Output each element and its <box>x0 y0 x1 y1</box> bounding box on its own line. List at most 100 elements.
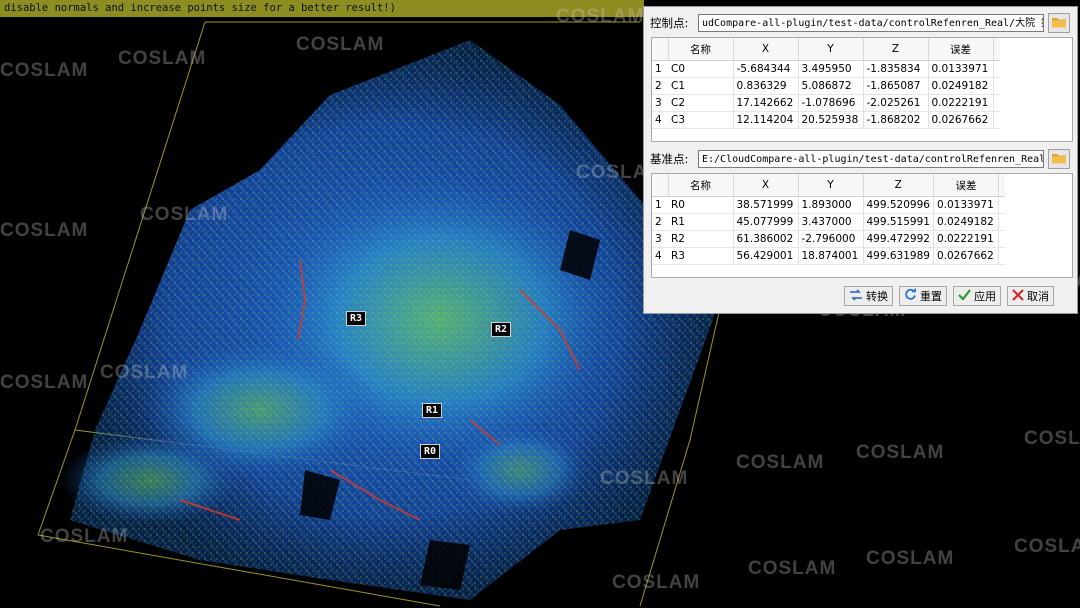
row-number: 2 <box>652 213 668 231</box>
cell-name[interactable]: C2 <box>668 94 734 112</box>
table-row[interactable]: 2 R1 45.077999 3.437000 499.515991 0.024… <box>652 213 1005 231</box>
cell-name[interactable]: R0 <box>668 196 734 214</box>
column-header[interactable]: X <box>733 174 799 197</box>
filler-cell <box>998 247 1005 265</box>
cell-x[interactable]: 12.114204 <box>733 111 799 129</box>
column-header[interactable]: 误差 <box>933 174 999 197</box>
cell-y[interactable]: 3.495950 <box>798 60 864 78</box>
cell-name[interactable]: R2 <box>668 230 734 248</box>
filler-cell <box>993 60 1000 78</box>
filler-header <box>998 174 1005 197</box>
convert-button[interactable]: 转换 <box>844 286 893 306</box>
cell-error[interactable]: 0.0133971 <box>928 60 994 78</box>
table-row[interactable]: 2 C1 0.836329 5.086872 -1.865087 0.02491… <box>652 77 1000 95</box>
control-browse-button[interactable] <box>1048 13 1070 33</box>
column-header[interactable]: Y <box>798 174 864 197</box>
cell-y[interactable]: 3.437000 <box>798 213 864 231</box>
cell-name[interactable]: C3 <box>668 111 734 129</box>
base-browse-button[interactable] <box>1048 149 1070 169</box>
cell-error[interactable]: 0.0249182 <box>928 77 994 95</box>
cell-x[interactable]: 17.142662 <box>733 94 799 112</box>
reset-button-label: 重置 <box>920 290 942 303</box>
column-header[interactable]: 名称 <box>668 38 734 61</box>
cell-z[interactable]: -1.865087 <box>863 77 929 95</box>
row-number: 1 <box>652 196 668 214</box>
cell-error[interactable]: 0.0133971 <box>933 196 999 214</box>
cell-y[interactable]: 5.086872 <box>798 77 864 95</box>
marker-r1[interactable]: R1 <box>422 403 443 418</box>
apply-button-label: 应用 <box>974 290 996 303</box>
marker-r0[interactable]: R0 <box>420 444 441 459</box>
row-number: 1 <box>652 60 668 78</box>
table-row[interactable]: 4 R3 56.429001 18.874001 499.631989 0.02… <box>652 247 1005 265</box>
cell-z[interactable]: -1.835834 <box>863 60 929 78</box>
filler-cell <box>998 213 1005 231</box>
cell-y[interactable]: -2.796000 <box>798 230 864 248</box>
swap-icon <box>849 288 866 304</box>
base-points-table: 名称 X Y Z 误差 1 R0 38.571999 1.893000 499.… <box>651 173 1073 278</box>
cell-z[interactable]: -2.025261 <box>863 94 929 112</box>
folder-icon <box>1051 16 1067 31</box>
row-number: 3 <box>652 94 668 112</box>
reset-button[interactable]: 重置 <box>899 286 947 306</box>
cell-error[interactable]: 0.0267662 <box>928 111 994 129</box>
cell-name[interactable]: C0 <box>668 60 734 78</box>
column-header[interactable]: 名称 <box>668 174 734 197</box>
cell-z[interactable]: 499.472992 <box>863 230 934 248</box>
column-header[interactable]: 误差 <box>928 38 994 61</box>
control-file-path-field[interactable]: udCompare-all-plugin/test-data/controlRe… <box>698 14 1044 32</box>
table-row[interactable]: 3 C2 17.142662 -1.078696 -2.025261 0.022… <box>652 94 1000 112</box>
cell-y[interactable]: 20.525938 <box>798 111 864 129</box>
convert-button-label: 转换 <box>866 290 888 303</box>
table-row[interactable]: 1 R0 38.571999 1.893000 499.520996 0.013… <box>652 196 1005 214</box>
column-header[interactable]: X <box>733 38 799 61</box>
registration-dialog: 控制点: udCompare-all-plugin/test-data/cont… <box>643 6 1078 314</box>
table-empty-area <box>652 129 1072 141</box>
cell-error[interactable]: 0.0249182 <box>933 213 999 231</box>
filler-cell <box>998 230 1005 248</box>
column-header[interactable]: Z <box>863 174 934 197</box>
cell-x[interactable]: 0.836329 <box>733 77 799 95</box>
table-row[interactable]: 4 C3 12.114204 20.525938 -1.868202 0.026… <box>652 111 1000 129</box>
base-points-label: 基准点: <box>650 152 689 166</box>
column-header[interactable]: Y <box>798 38 864 61</box>
cell-x[interactable]: 45.077999 <box>733 213 799 231</box>
cancel-button-label: 取消 <box>1027 290 1049 303</box>
cell-error[interactable]: 0.0267662 <box>933 247 999 265</box>
filler-cell <box>993 77 1000 95</box>
row-number-header <box>652 174 669 197</box>
control-points-label: 控制点: <box>650 16 689 30</box>
cell-z[interactable]: 499.520996 <box>863 196 934 214</box>
cell-name[interactable]: R1 <box>668 213 734 231</box>
marker-r3[interactable]: R3 <box>346 311 367 326</box>
cell-x[interactable]: 61.386002 <box>733 230 799 248</box>
cell-name[interactable]: C1 <box>668 77 734 95</box>
cell-z[interactable]: 499.515991 <box>863 213 934 231</box>
table-row[interactable]: 3 R2 61.386002 -2.796000 499.472992 0.02… <box>652 230 1005 248</box>
row-number-header <box>652 38 669 61</box>
apply-button[interactable]: 应用 <box>953 286 1001 306</box>
row-number: 3 <box>652 230 668 248</box>
cell-x[interactable]: -5.684344 <box>733 60 799 78</box>
cell-y[interactable]: 18.874001 <box>798 247 864 265</box>
marker-r2[interactable]: R2 <box>491 322 512 337</box>
column-header[interactable]: Z <box>863 38 929 61</box>
table-row[interactable]: 1 C0 -5.684344 3.495950 -1.835834 0.0133… <box>652 60 1000 78</box>
cell-y[interactable]: 1.893000 <box>798 196 864 214</box>
row-number: 2 <box>652 77 668 95</box>
cell-z[interactable]: 499.631989 <box>863 247 934 265</box>
cell-z[interactable]: -1.868202 <box>863 111 929 129</box>
point-cloud <box>60 40 720 600</box>
cell-y[interactable]: -1.078696 <box>798 94 864 112</box>
folder-icon <box>1051 152 1067 167</box>
cancel-button[interactable]: 取消 <box>1007 286 1054 306</box>
cell-x[interactable]: 38.571999 <box>733 196 799 214</box>
control-path-row: 控制点: udCompare-all-plugin/test-data/cont… <box>650 12 1070 34</box>
cell-error[interactable]: 0.0222191 <box>928 94 994 112</box>
row-number: 4 <box>652 111 668 129</box>
cell-error[interactable]: 0.0222191 <box>933 230 999 248</box>
base-file-path-field[interactable]: E:/CloudCompare-all-plugin/test-data/con… <box>698 150 1044 168</box>
cell-name[interactable]: R3 <box>668 247 734 265</box>
cell-x[interactable]: 56.429001 <box>733 247 799 265</box>
dialog-button-bar: 转换 重置 应用 取消 <box>844 286 1054 306</box>
